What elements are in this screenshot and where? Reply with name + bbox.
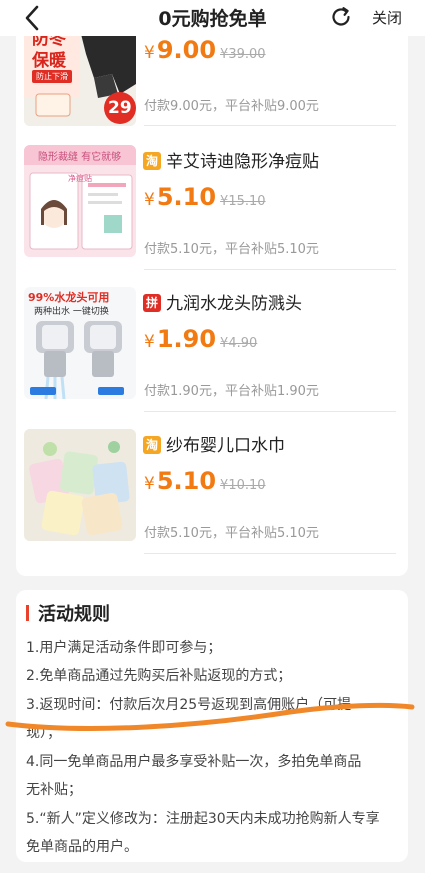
price: ¥5.10 ¥15.10 bbox=[144, 183, 266, 211]
thumb-tag: 净痘贴 bbox=[68, 174, 92, 183]
divider bbox=[144, 125, 396, 126]
currency-symbol: ¥ bbox=[144, 474, 155, 494]
pinduoduo-badge: 拼 bbox=[143, 294, 161, 312]
original-price: ¥39.00 bbox=[220, 47, 266, 62]
list-item[interactable]: 淘纱布婴儿口水巾 ¥5.10 ¥10.10 付款5.10元，平台补贴5.10元 bbox=[16, 429, 408, 571]
product-title-text: 九润水龙头防溅头 bbox=[166, 294, 302, 314]
rule-line: 3.返现时间：付款后次月25号返现到高佣账户（可提 bbox=[26, 697, 352, 713]
currency-symbol: ¥ bbox=[144, 190, 155, 210]
current-price: 5.10 bbox=[156, 467, 217, 495]
list-item[interactable]: 隐形裁缝 有它就够 净痘贴 淘辛艾诗迪隐形净痘贴 ¥5.10 ¥15.10 付款5… bbox=[16, 145, 408, 287]
product-title: 拼九润水龙头防溅头 bbox=[143, 289, 302, 314]
free-goods-list: 防冬 保暖 防止下滑 29 ¥9.00 ¥39.00 付款9.00元，平台补贴9.… bbox=[16, 14, 408, 576]
divider bbox=[144, 553, 396, 554]
product-image: 99%水龙头可用 两种出水 一键切换 bbox=[24, 287, 136, 399]
rules-title: 活动规则 bbox=[38, 604, 110, 625]
divider bbox=[144, 269, 396, 270]
product-image: 隐形裁缝 有它就够 净痘贴 bbox=[24, 145, 136, 257]
original-price: ¥15.10 bbox=[220, 194, 266, 209]
thumb-tag: 保暖 bbox=[32, 51, 66, 71]
subsidy-text: 付款9.00元，平台补贴9.00元 bbox=[144, 99, 319, 114]
subsidy-text: 付款5.10元，平台补贴5.10元 bbox=[144, 242, 319, 257]
thumb-tag: 99%水龙头可用 bbox=[28, 291, 110, 304]
thumb-tag: 防止下滑 bbox=[32, 70, 72, 83]
currency-symbol: ¥ bbox=[144, 43, 155, 63]
rule-line: 4.同一免单商品用户最多享受补贴一次，多拍免单商品 bbox=[26, 754, 362, 770]
current-price: 1.90 bbox=[156, 325, 217, 353]
rule-line: 无补贴； bbox=[26, 782, 82, 798]
thumb-tag: 两种出水 一键切换 bbox=[34, 307, 109, 317]
currency-symbol: ¥ bbox=[144, 332, 155, 352]
rule-line: 免单商品的用户。 bbox=[26, 839, 138, 855]
activity-rules: 活动规则 1.用户满足活动条件即可参与； 2.免单商品通过先购买后补贴返现的方式… bbox=[16, 590, 408, 862]
product-title-text: 辛艾诗迪隐形净痘贴 bbox=[166, 152, 319, 172]
product-title: 淘纱布婴儿口水巾 bbox=[143, 431, 285, 456]
top-bar: 0元购抢免单 关闭 bbox=[0, 0, 425, 36]
current-price: 9.00 bbox=[156, 36, 217, 64]
price: ¥5.10 ¥10.10 bbox=[144, 467, 266, 495]
subsidy-text: 付款5.10元，平台补贴5.10元 bbox=[144, 526, 319, 541]
price: ¥1.90 ¥4.90 bbox=[144, 325, 257, 353]
product-title-text: 纱布婴儿口水巾 bbox=[166, 436, 285, 456]
product-image bbox=[24, 429, 136, 541]
product-title: 淘辛艾诗迪隐形净痘贴 bbox=[143, 147, 319, 172]
original-price: ¥4.90 bbox=[220, 336, 258, 351]
page-title: 0元购抢免单 bbox=[158, 8, 267, 30]
subsidy-text: 付款1.90元，平台补贴1.90元 bbox=[144, 384, 319, 399]
rule-line: 2.免单商品通过先购买后补贴返现的方式； bbox=[26, 668, 292, 684]
price: ¥9.00 ¥39.00 bbox=[144, 36, 266, 64]
divider bbox=[144, 411, 396, 412]
rule-line: 5.“新人”定义修改为：注册起30天内未成功抢购新人专享 bbox=[26, 811, 380, 827]
list-item[interactable]: 99%水龙头可用 两种出水 一键切换 拼九润水龙头防溅头 ¥1.90 ¥4.90 … bbox=[16, 287, 408, 429]
section-marker bbox=[26, 605, 29, 621]
thumb-tag: 隐形裁缝 有它就够 bbox=[38, 152, 122, 163]
taobao-badge: 淘 bbox=[143, 152, 161, 170]
taobao-badge: 淘 bbox=[143, 436, 161, 454]
original-price: ¥10.10 bbox=[220, 478, 266, 493]
thumb-price-tag: 29 bbox=[108, 98, 132, 118]
refresh-icon[interactable] bbox=[329, 5, 353, 29]
rule-line: 现）； bbox=[26, 725, 61, 741]
current-price: 5.10 bbox=[156, 183, 217, 211]
rule-line: 1.用户满足活动条件即可参与； bbox=[26, 640, 222, 656]
close-button[interactable]: 关闭 bbox=[372, 7, 402, 28]
